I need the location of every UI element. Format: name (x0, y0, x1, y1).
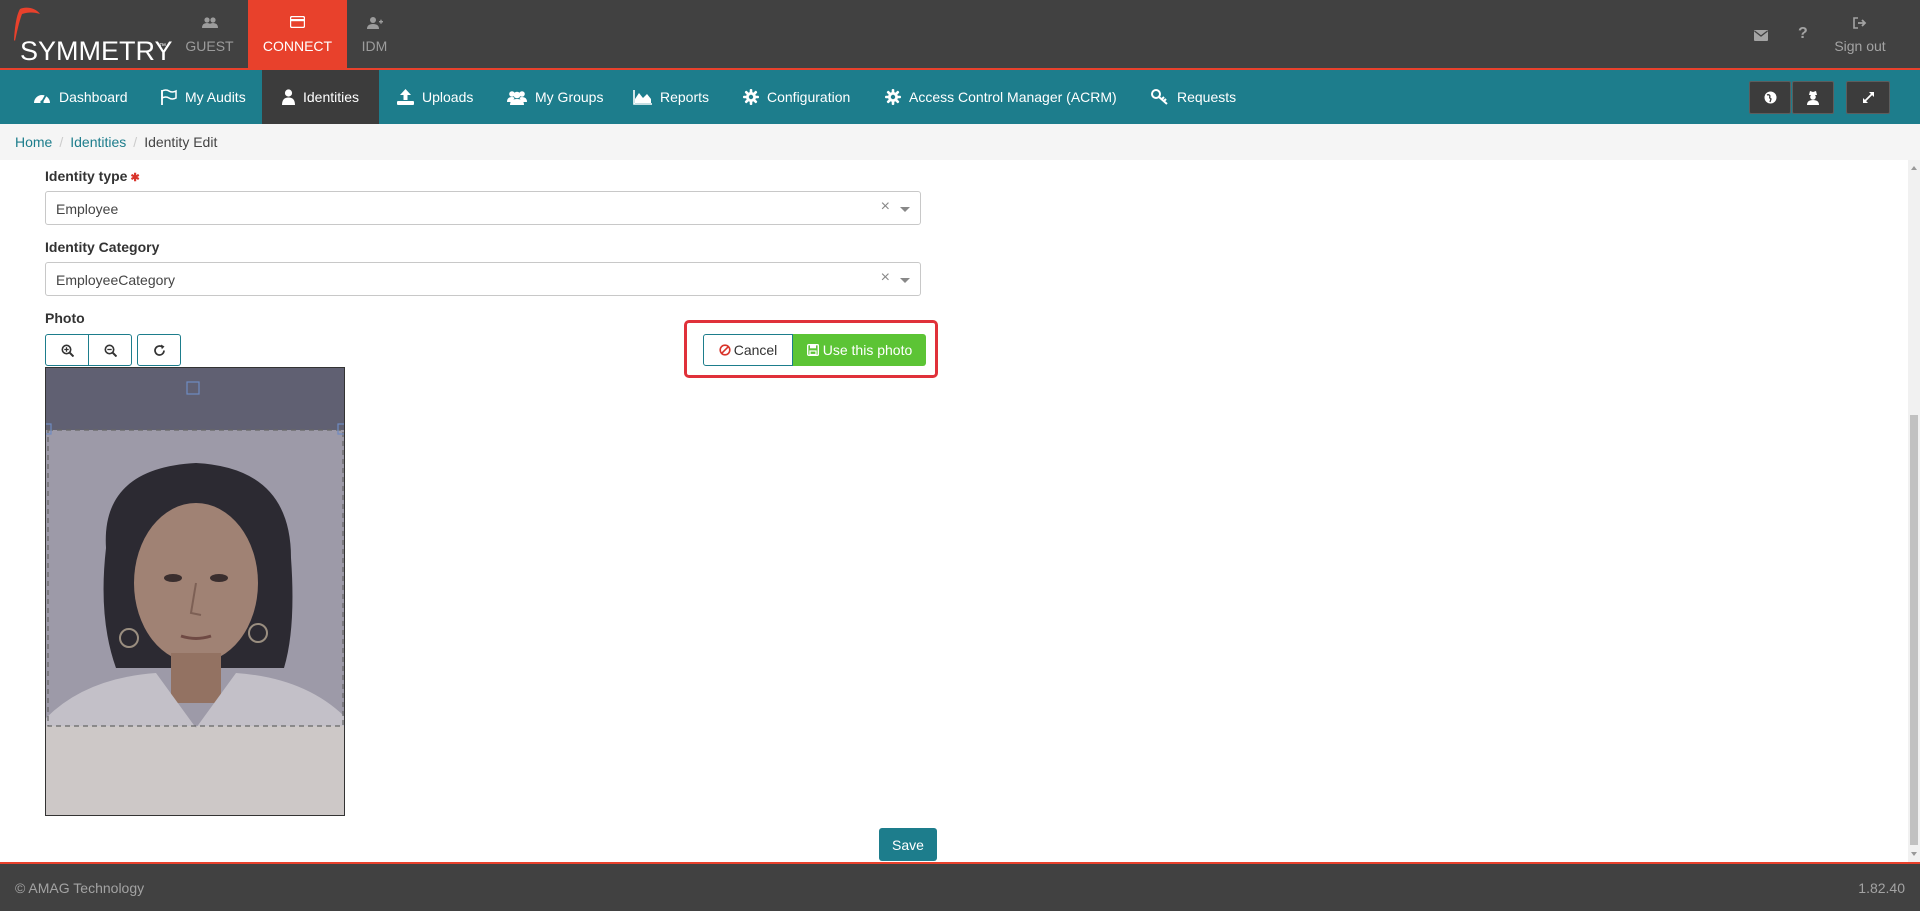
nav-label: Dashboard (59, 89, 128, 105)
help-icon[interactable]: ? (1798, 25, 1808, 43)
flag-icon (161, 89, 177, 105)
rotate-button[interactable] (137, 334, 181, 366)
expand-icon (1862, 92, 1874, 103)
nav-label: Reports (660, 89, 710, 105)
brand-name: SYMMETRY (20, 36, 173, 66)
area-chart-icon (633, 89, 652, 105)
dashboard-icon (34, 94, 50, 104)
user-plus-icon (325, 16, 424, 30)
scroll-up-icon[interactable] (1911, 166, 1917, 170)
page-scrollbar[interactable] (1908, 160, 1920, 862)
breadcrumb: Home / Identities / Identity Edit (0, 124, 1920, 160)
language-button[interactable] (1749, 81, 1791, 114)
symmetry-logo[interactable]: SYMMETRY ™ (6, 4, 173, 66)
app-tab-idm[interactable]: IDM (325, 0, 424, 70)
nav-label: Access Control Manager (ACRM) (909, 89, 1117, 105)
scroll-down-icon[interactable] (1911, 852, 1917, 856)
zoom-in-icon (61, 344, 74, 357)
sign-out-icon (1830, 17, 1890, 29)
nav-identities[interactable]: Identities (262, 70, 379, 124)
photo-label: Photo (45, 310, 85, 326)
chevron-down-icon[interactable] (900, 207, 910, 212)
scrollbar-thumb[interactable] (1910, 415, 1918, 845)
zoom-out-button[interactable] (88, 334, 132, 366)
breadcrumb-separator: / (133, 134, 138, 150)
required-marker: ✱ (130, 172, 140, 184)
gear-icon (743, 89, 759, 105)
breadcrumb-identities[interactable]: Identities (70, 134, 126, 150)
breadcrumb-current: Identity Edit (144, 134, 218, 150)
use-photo-label: Use this photo (822, 342, 913, 358)
nav-label: Identities (303, 89, 360, 105)
breadcrumb-separator: / (59, 134, 64, 150)
nav-label: Configuration (767, 89, 851, 105)
photo-cropper[interactable] (45, 367, 345, 816)
identity-category-value: EmployeeCategory (56, 272, 176, 288)
nav-my-groups[interactable]: My Groups (507, 70, 603, 124)
identity-category-label: Identity Category (45, 239, 160, 255)
users-icon (160, 16, 259, 30)
ban-icon (719, 344, 731, 356)
refresh-icon (153, 344, 165, 356)
upload-icon (397, 89, 414, 105)
version-text: 1.82.40 (1858, 880, 1905, 896)
zoom-in-button[interactable] (45, 334, 89, 366)
gear-icon (885, 89, 901, 105)
globe-icon (1764, 91, 1776, 104)
nav-label: My Groups (535, 89, 604, 105)
copyright-text: © AMAG Technology (15, 880, 145, 896)
nav-dashboard[interactable]: Dashboard (33, 70, 128, 124)
identity-type-label-text: Identity type (45, 168, 128, 184)
photo-actions-highlight: Cancel Use this photo (684, 320, 938, 378)
identity-type-label: Identity type ✱ (45, 168, 140, 184)
nav-reports[interactable]: Reports (633, 70, 709, 124)
zoom-out-icon (104, 344, 117, 357)
breadcrumb-home[interactable]: Home (15, 134, 52, 150)
user-profile-button[interactable] (1792, 81, 1834, 114)
save-icon (806, 344, 819, 356)
use-photo-button[interactable]: Use this photo (793, 334, 926, 366)
users-icon (507, 90, 527, 105)
main-nav: Dashboard My Audits Identities Uploads M… (0, 70, 1920, 124)
app-tab-label: IDM (361, 38, 388, 54)
app-tab-label: GUEST (185, 38, 234, 54)
nav-acrm[interactable]: Access Control Manager (ACRM) (885, 70, 1117, 124)
sign-out-button[interactable]: Sign out (1830, 0, 1890, 68)
cancel-button[interactable]: Cancel (703, 334, 793, 366)
key-icon (1151, 89, 1168, 105)
identity-type-value: Employee (56, 201, 119, 217)
identity-type-select[interactable]: Employee × (45, 191, 921, 225)
app-tab-guest[interactable]: GUEST (160, 0, 259, 70)
clear-icon[interactable]: × (881, 269, 890, 287)
cancel-label: Cancel (733, 342, 778, 358)
sign-out-label: Sign out (1834, 38, 1886, 54)
user-secret-icon (1807, 90, 1819, 105)
nav-my-audits[interactable]: My Audits (160, 70, 246, 124)
footer: © AMAG Technology 1.82.40 (0, 862, 1920, 911)
nav-configuration[interactable]: Configuration (743, 70, 850, 124)
identity-photo (46, 368, 344, 815)
user-icon (282, 89, 295, 105)
clear-icon[interactable]: × (881, 198, 890, 216)
nav-label: Uploads (422, 89, 474, 105)
top-bar: SYMMETRY ™ GUEST CONNECT IDM ? Sign out (0, 0, 1920, 70)
nav-requests[interactable]: Requests (1151, 70, 1236, 124)
fullscreen-button[interactable] (1846, 81, 1890, 114)
nav-label: My Audits (185, 89, 246, 105)
nav-uploads[interactable]: Uploads (397, 70, 473, 124)
nav-label: Requests (1177, 89, 1237, 105)
chevron-down-icon[interactable] (900, 278, 910, 283)
save-button[interactable]: Save (879, 828, 937, 861)
envelope-icon[interactable] (1754, 28, 1768, 44)
identity-category-select[interactable]: EmployeeCategory × (45, 262, 921, 296)
